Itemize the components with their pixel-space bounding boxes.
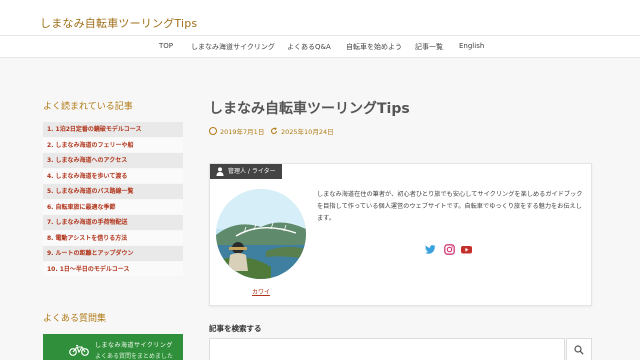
twitter-icon[interactable] [425,244,436,255]
nav-item-start-cycling[interactable]: 自転車を始めよう [346,42,402,52]
bicycle-icon [69,344,89,356]
user-icon [216,167,224,176]
page-title: しまなみ自転車ツーリングTips [209,101,410,117]
author-name[interactable]: カワイ [252,287,270,296]
list-item[interactable]: 3. しまなみ海道へのアクセス [43,153,183,169]
faq-banner[interactable]: しまなみ海道サイクリング よくある質問をまとめました [43,334,183,360]
youtube-icon[interactable] [461,244,472,255]
faq-banner-subtitle: よくある質問をまとめました [95,353,174,360]
search-icon [574,344,584,355]
nav-item-top[interactable]: TOP [159,42,173,50]
faq-banner-title: しまなみ海道サイクリング [95,342,173,349]
nav-item-english[interactable]: English [459,42,484,50]
list-item[interactable]: 1. 1泊2日定番の鏡破モデルコース [43,122,183,138]
search-button[interactable] [566,338,592,360]
nav-item-shimanami[interactable]: しまなみ海道サイクリング [191,42,275,52]
published-date-text: 2019年7月1日 [220,128,265,136]
nav-item-articles[interactable]: 記事一覧 [415,42,443,52]
updated-date-text: 2025年10月24日 [281,128,334,136]
avatar [216,189,306,279]
faq-heading: よくある質問集 [43,314,107,324]
list-item[interactable]: 8. 電動アシストを借りる方法 [43,230,183,246]
updated-date: 2025年10月24日 [270,126,334,136]
list-item[interactable]: 2. しまなみ海道のフェリーや船 [43,137,183,153]
author-description: しまなみ海道在住の筆者が、初心者ひとり旅でも安心してサイクリングを楽しめるガイド… [317,191,583,222]
nav-item-faq[interactable]: よくあるQ&A [287,42,331,52]
instagram-icon[interactable] [444,244,455,255]
search-input[interactable] [209,338,565,360]
popular-list: 1. 1泊2日定番の鏡破モデルコース 2. しまなみ海道のフェリーや船 3. し… [43,122,183,277]
site-header: しまなみ自転車ツーリングTips [0,0,640,36]
avatar-photo [216,189,306,279]
popular-heading: よく読まれている記事 [43,102,133,112]
list-item[interactable]: 4. しまなみ海道を歩いて渡る [43,168,183,184]
list-item[interactable]: 5. しまなみ海道のバス路線一覧 [43,184,183,200]
list-item[interactable]: 6. 自転車旅に最適な季節 [43,199,183,215]
author-box: 管理人 / ライター カワイ しまなみ海道在住の筆者が、初心者ひとり旅でも安心し… [209,163,592,306]
list-item[interactable]: 10. 1日～半日のモデルコース [43,261,183,277]
clock-icon [209,127,217,135]
author-label-text: 管理人 / ライター [228,168,276,175]
list-item[interactable]: 7. しまなみ海道の手荷物配送 [43,215,183,231]
refresh-icon [271,127,277,134]
site-title[interactable]: しまなみ自転車ツーリングTips [40,15,197,31]
search-heading: 記事を検索する [209,324,262,333]
author-label: 管理人 / ライター [210,164,282,179]
published-date: 2019年7月1日 [209,126,264,136]
main-nav: TOP しまなみ海道サイクリング よくあるQ&A 自転車を始めよう 記事一覧 E… [0,36,640,58]
list-item[interactable]: 9. ルートの距離とアップダウン [43,246,183,262]
